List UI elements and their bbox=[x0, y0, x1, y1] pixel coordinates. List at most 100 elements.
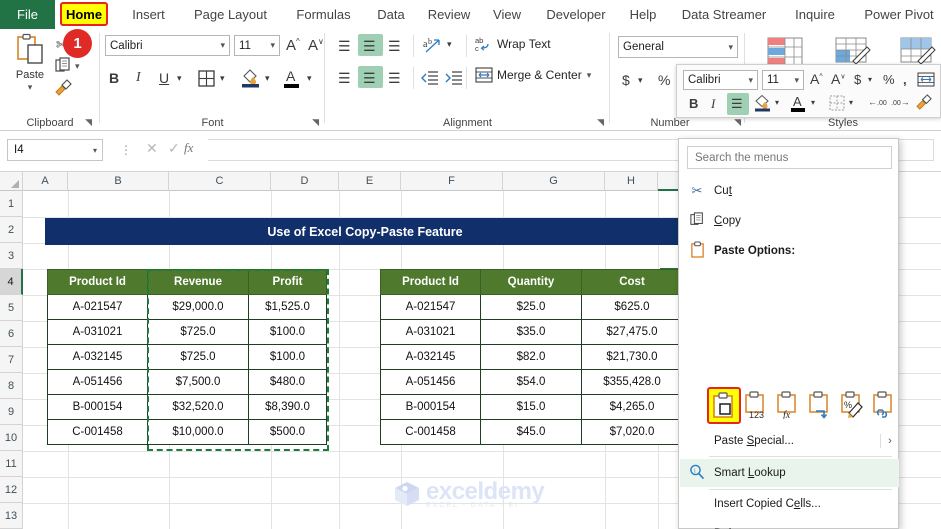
font-size-combobox[interactable]: 11 ▾ bbox=[234, 35, 280, 56]
table-row[interactable]: B-000154 $15.0 $4,265.0 bbox=[380, 394, 683, 420]
tab-home[interactable]: Home bbox=[60, 2, 108, 26]
copy-dropdown-arrow[interactable]: ▾ bbox=[75, 61, 80, 72]
grow-font-icon[interactable]: A^ bbox=[286, 38, 300, 54]
row-header-5[interactable]: 5 bbox=[0, 295, 23, 321]
cell[interactable]: B-000154 bbox=[47, 394, 148, 420]
row-header-2[interactable]: 2 bbox=[0, 217, 23, 243]
menu-item-cut[interactable]: ✂ Cut bbox=[680, 177, 899, 205]
column-header-c[interactable]: C bbox=[169, 172, 271, 191]
format-as-table-icon[interactable] bbox=[835, 37, 871, 67]
borders-dropdown-arrow[interactable]: ▾ bbox=[220, 74, 225, 83]
cell-styles-icon[interactable] bbox=[900, 37, 936, 67]
row-header-9[interactable]: 9 bbox=[0, 399, 23, 425]
table-row[interactable]: A-021547 $29,000.0 $1,525.0 bbox=[47, 294, 327, 320]
cell[interactable]: A-032145 bbox=[47, 344, 148, 370]
cancel-icon[interactable]: ✕ bbox=[146, 140, 158, 157]
table-row[interactable]: C-001458 $45.0 $7,020.0 bbox=[380, 419, 683, 445]
menu-item-insert-copied-cells[interactable]: Insert Copied Cells... bbox=[680, 490, 899, 518]
font-name-combobox[interactable]: Calibri ▾ bbox=[105, 35, 230, 56]
column-header-a[interactable]: A bbox=[23, 172, 68, 191]
cell[interactable]: $35.0 bbox=[480, 319, 582, 345]
cell[interactable]: $7,500.0 bbox=[147, 369, 249, 395]
decrease-indent-icon[interactable] bbox=[421, 70, 439, 86]
mini-bold-button[interactable]: B bbox=[689, 97, 698, 110]
mini-shrink-font-icon[interactable]: A∨ bbox=[831, 72, 845, 86]
row-header-6[interactable]: 6 bbox=[0, 321, 23, 347]
cell[interactable]: $625.0 bbox=[581, 294, 683, 320]
text-orientation-icon[interactable]: a b bbox=[423, 36, 442, 55]
column-header-h[interactable]: H bbox=[605, 172, 658, 191]
underline-button[interactable]: U bbox=[159, 71, 169, 85]
column-header-g[interactable]: G bbox=[503, 172, 605, 191]
cell[interactable]: B-000154 bbox=[380, 394, 481, 420]
cell[interactable]: A-031021 bbox=[380, 319, 481, 345]
column-header-d[interactable]: D bbox=[271, 172, 339, 191]
table-row[interactable]: B-000154 $32,520.0 $8,390.0 bbox=[47, 394, 327, 420]
row-header-3[interactable]: 3 bbox=[0, 243, 23, 269]
menu-item-paste-special[interactable]: Paste Special... › bbox=[680, 427, 899, 455]
mini-borders-dropdown-arrow[interactable]: ▾ bbox=[849, 99, 853, 107]
menu-item-copy[interactable]: Copy bbox=[680, 207, 899, 235]
tab-file[interactable]: File bbox=[0, 0, 55, 29]
tab-view[interactable]: View bbox=[489, 0, 525, 29]
clipboard-dialog-launcher[interactable]: ◥ bbox=[85, 117, 92, 128]
cell[interactable]: $8,390.0 bbox=[248, 394, 327, 420]
row-header-10[interactable]: 10 bbox=[0, 425, 23, 451]
mini-font-color-dropdown-arrow[interactable]: ▾ bbox=[811, 99, 815, 107]
name-box[interactable]: I4 ▾ bbox=[7, 139, 103, 161]
cell[interactable]: $725.0 bbox=[147, 344, 249, 370]
mini-font-size-combobox[interactable]: 11 ▾ bbox=[762, 70, 804, 90]
mini-font-name-combobox[interactable]: Calibri ▾ bbox=[683, 70, 758, 90]
mini-comma-button[interactable]: , bbox=[903, 73, 907, 86]
cell[interactable]: A-021547 bbox=[380, 294, 481, 320]
tab-help[interactable]: Help bbox=[627, 0, 659, 29]
mini-borders-icon[interactable] bbox=[829, 95, 845, 111]
mini-align-center-icon[interactable]: ☰ bbox=[731, 97, 743, 110]
cell[interactable]: $4,265.0 bbox=[581, 394, 683, 420]
align-top-icon[interactable]: ☰ bbox=[338, 39, 351, 53]
tab-data[interactable]: Data bbox=[373, 0, 409, 29]
mini-fill-dropdown-arrow[interactable]: ▾ bbox=[775, 99, 779, 107]
cell[interactable]: $10,000.0 bbox=[147, 419, 249, 445]
cell[interactable]: $82.0 bbox=[480, 344, 582, 370]
cell[interactable]: $725.0 bbox=[147, 319, 249, 345]
cell[interactable]: $1,525.0 bbox=[248, 294, 327, 320]
decrease-decimal-icon[interactable]: ←.00 bbox=[868, 98, 887, 108]
table-row[interactable]: A-032145 $725.0 $100.0 bbox=[47, 344, 327, 370]
cell[interactable]: $29,000.0 bbox=[147, 294, 249, 320]
wrap-text-button[interactable]: ab c Wrap Text bbox=[475, 35, 551, 53]
number-dialog-launcher[interactable]: ◥ bbox=[734, 117, 741, 128]
tab-review[interactable]: Review bbox=[424, 0, 474, 29]
align-left-icon[interactable]: ☰ bbox=[338, 71, 351, 85]
underline-dropdown-arrow[interactable]: ▾ bbox=[177, 74, 182, 83]
tab-developer[interactable]: Developer bbox=[541, 0, 611, 29]
font-color-icon[interactable]: A bbox=[286, 69, 295, 83]
paste-dropdown-arrow[interactable]: ▾ bbox=[28, 82, 33, 93]
cell[interactable]: $27,475.0 bbox=[581, 319, 683, 345]
conditional-formatting-icon[interactable] bbox=[767, 37, 803, 67]
cell[interactable]: A-031021 bbox=[47, 319, 148, 345]
bold-button[interactable]: B bbox=[109, 71, 119, 85]
copy-icon[interactable] bbox=[55, 57, 72, 74]
paste-values-icon[interactable]: 123 bbox=[743, 391, 768, 420]
cell[interactable]: $100.0 bbox=[248, 319, 327, 345]
mini-merge-center-icon[interactable] bbox=[917, 72, 935, 87]
paste-button[interactable]: Paste ▾ bbox=[6, 33, 54, 111]
cell[interactable]: $32,520.0 bbox=[147, 394, 249, 420]
column-header-e[interactable]: E bbox=[339, 172, 401, 191]
paste-formatting-icon[interactable]: % bbox=[839, 391, 864, 419]
merge-center-button[interactable]: Merge & Center ▾ bbox=[475, 67, 591, 83]
cell[interactable]: C-001458 bbox=[380, 419, 481, 445]
mini-fill-color-icon[interactable] bbox=[754, 94, 771, 112]
font-dialog-launcher[interactable]: ◥ bbox=[312, 117, 319, 128]
increase-indent-icon[interactable] bbox=[445, 70, 463, 86]
paste-keep-source-formatting-icon[interactable] bbox=[711, 391, 736, 419]
fill-color-icon[interactable] bbox=[241, 68, 260, 88]
cell[interactable]: $100.0 bbox=[248, 344, 327, 370]
cell[interactable]: $54.0 bbox=[480, 369, 582, 395]
cell[interactable]: A-021547 bbox=[47, 294, 148, 320]
cell[interactable]: $355,428.0 bbox=[581, 369, 683, 395]
insert-function-icon[interactable]: fx bbox=[184, 140, 193, 156]
cell[interactable]: $21,730.0 bbox=[581, 344, 683, 370]
number-format-combobox[interactable]: General ▾ bbox=[618, 36, 738, 58]
